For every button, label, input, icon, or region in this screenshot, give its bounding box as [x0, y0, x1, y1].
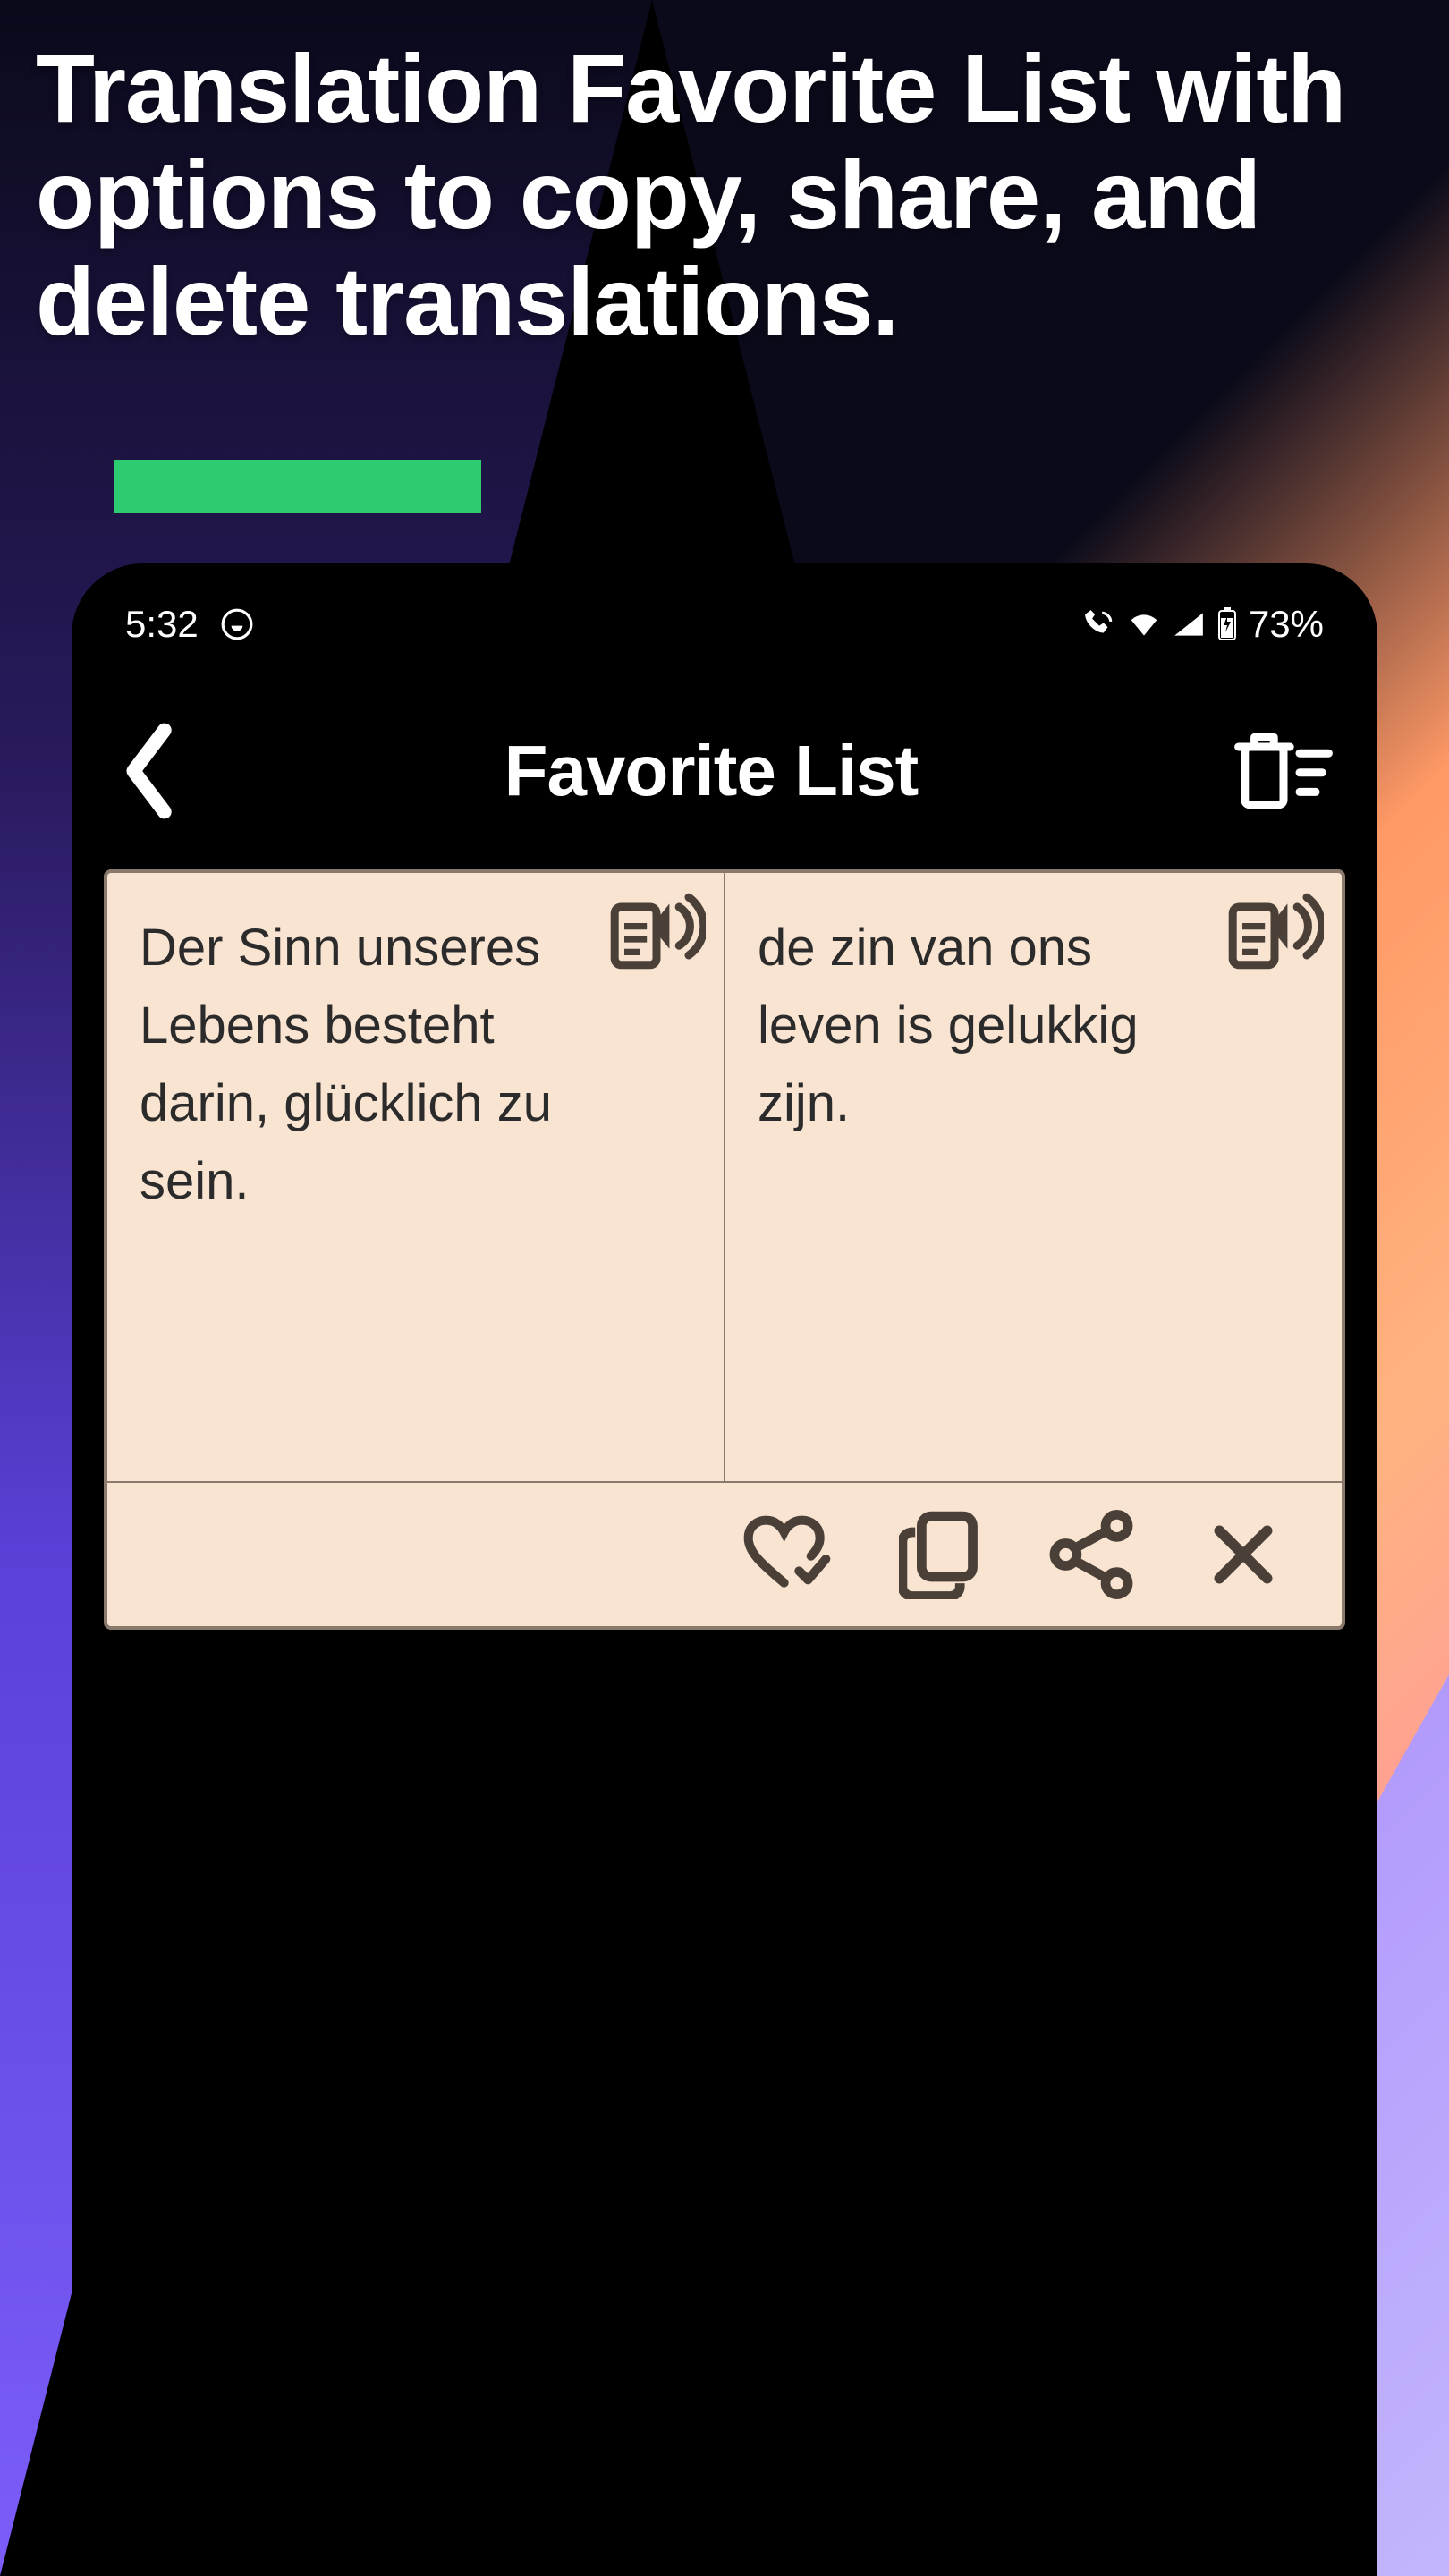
translation-card: Der Sinn unseres Lebens besteht darin, g… [104, 869, 1345, 1630]
text-to-speech-icon [1225, 891, 1324, 971]
text-to-speech-icon [607, 891, 706, 971]
wifi-call-icon [1082, 607, 1116, 641]
chevron-left-icon [116, 722, 179, 820]
favorite-button[interactable] [742, 1510, 832, 1599]
card-actions [107, 1481, 1342, 1626]
heart-check-icon [742, 1514, 832, 1595]
trash-list-icon [1234, 731, 1333, 811]
delete-button[interactable] [1199, 1510, 1288, 1599]
copy-button[interactable] [894, 1510, 984, 1599]
status-app-icon [220, 607, 254, 641]
source-pane: Der Sinn unseres Lebens besteht darin, g… [107, 873, 725, 1481]
promo-heading: Translation Favorite List with options t… [36, 36, 1413, 354]
battery-level: 73% [1249, 603, 1324, 646]
battery-icon [1216, 607, 1238, 641]
target-text: de zin van ons leven is gelukkig zijn. [758, 909, 1188, 1142]
status-time: 5:32 [125, 603, 199, 646]
speak-target-button[interactable] [1225, 891, 1324, 971]
source-text: Der Sinn unseres Lebens besteht darin, g… [140, 909, 570, 1220]
target-pane: de zin van ons leven is gelukkig zijn. [725, 873, 1342, 1481]
page-title: Favorite List [504, 730, 919, 812]
wifi-icon [1127, 607, 1161, 641]
speak-source-button[interactable] [607, 891, 706, 971]
copy-icon [899, 1510, 979, 1599]
clear-all-button[interactable] [1234, 731, 1333, 811]
app-header: Favorite List [72, 664, 1377, 869]
share-icon [1046, 1510, 1136, 1599]
share-button[interactable] [1046, 1510, 1136, 1599]
phone-screen: 5:32 73% [72, 564, 1377, 2576]
back-button[interactable] [107, 717, 188, 825]
accent-bar [114, 460, 481, 513]
status-bar: 5:32 73% [72, 564, 1377, 664]
signal-icon [1172, 607, 1206, 641]
close-icon [1208, 1519, 1279, 1590]
